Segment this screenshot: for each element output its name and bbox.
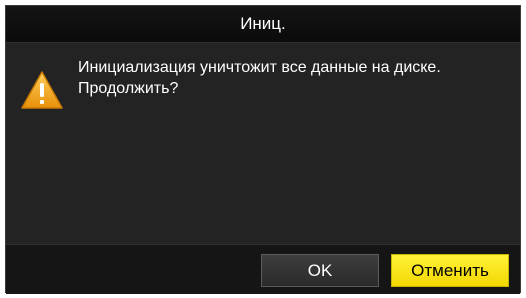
dialog-footer: OK Отменить	[6, 244, 520, 294]
init-confirm-dialog: Иниц. Инициализация уничтожит все данные…	[5, 5, 521, 294]
cancel-button[interactable]: Отменить	[391, 254, 509, 287]
dialog-message: Инициализация уничтожит все данные на ди…	[78, 57, 518, 99]
dialog-body: Инициализация уничтожит все данные на ди…	[6, 43, 520, 244]
warning-icon	[21, 71, 63, 109]
message-line-1: Инициализация уничтожит все данные на ди…	[78, 59, 441, 76]
ok-button[interactable]: OK	[261, 254, 379, 287]
message-line-2: Продолжить?	[78, 80, 179, 97]
dialog-title: Иниц.	[6, 6, 520, 43]
